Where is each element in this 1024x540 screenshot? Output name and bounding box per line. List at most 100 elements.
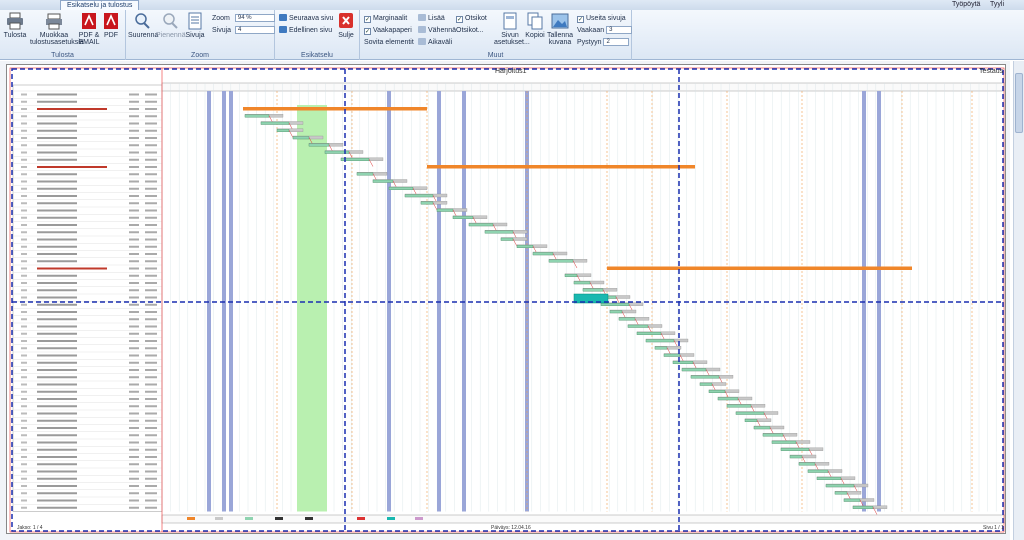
table-row-duration — [129, 361, 139, 364]
table-row-number — [21, 463, 27, 466]
horizontal-row: Vaakaan 3 — [577, 26, 633, 35]
table-row-date — [145, 419, 157, 422]
pdf-icon — [104, 13, 118, 29]
legend-swatch — [245, 517, 253, 520]
table-row-date — [145, 383, 157, 386]
edit-settings-icon — [46, 13, 62, 30]
table-row-date — [145, 463, 157, 466]
headers-check[interactable]: ✓ — [456, 16, 463, 23]
pages-count-input[interactable]: 4 — [235, 26, 276, 35]
table-row-date — [145, 485, 157, 487]
shrink-button[interactable]: Pienennä — [156, 12, 186, 39]
printer-icon — [7, 12, 23, 30]
margins-checkbox[interactable]: ✓ Marginaalit — [364, 14, 407, 23]
table-row-duration — [129, 390, 139, 393]
landscape-label: Vaakapaperi — [373, 27, 412, 34]
task-bar — [573, 281, 591, 285]
table-row-number — [21, 347, 27, 350]
table-row-duration — [129, 100, 139, 103]
table-row-date — [145, 427, 157, 429]
add-button[interactable]: Lisää — [418, 14, 445, 23]
table-row-date — [145, 100, 157, 103]
table-row-duration — [129, 303, 139, 306]
horizontal-input[interactable]: 3 — [606, 26, 633, 35]
table-row-name — [37, 412, 77, 415]
table-row-duration — [129, 137, 139, 139]
table-row-date — [145, 231, 157, 234]
table-row-number — [21, 144, 27, 147]
reduce-button[interactable]: Vähennä — [418, 26, 456, 35]
table-row-number — [21, 180, 27, 183]
next-page-button[interactable]: Seuraava sivu — [279, 14, 333, 23]
horizontal-label: Vaakaan — [577, 27, 605, 34]
landscape-check[interactable]: ✓ — [364, 28, 371, 35]
task-bar — [609, 310, 623, 314]
print-button[interactable]: Tulosta — [2, 12, 28, 39]
close-preview-button[interactable]: Sulje — [335, 12, 357, 39]
table-row-name — [37, 419, 77, 422]
task-bar — [825, 484, 855, 488]
scrollbar-thumb[interactable] — [1015, 73, 1023, 133]
table-row-number — [21, 260, 27, 263]
copy-button[interactable]: Kopioi — [524, 12, 546, 39]
tab-print-preview[interactable]: Esikatselu ja tulostus — [60, 0, 140, 10]
multiple-pages-check[interactable]: ✓ — [577, 16, 584, 23]
prev-page-button[interactable]: Edellinen sivu — [279, 26, 332, 35]
table-row-number — [21, 492, 27, 495]
fit-elements-button[interactable]: Sovita elementit — [364, 38, 414, 47]
pages-button[interactable]: Sivuja — [184, 12, 206, 39]
table-row-number — [21, 282, 27, 284]
table-row-date — [145, 470, 157, 473]
table-row-duration — [129, 238, 139, 241]
table-row-date — [145, 340, 157, 342]
zoom-in-icon — [135, 13, 150, 29]
table-row-date — [145, 390, 157, 393]
table-row-number — [21, 108, 27, 110]
pdf-email-icon — [82, 13, 96, 29]
zoom-select[interactable]: 94 % — [234, 14, 275, 23]
enlarge-button[interactable]: Suurenna — [128, 12, 158, 39]
desktop-menu[interactable]: Työpöytä — [952, 0, 980, 9]
page-settings-button[interactable]: Sivun asetukset... — [494, 12, 530, 46]
headers-checkbox[interactable]: ✓ Otsikot — [456, 14, 487, 23]
pdf-email-label: PDF & EMAIL — [78, 32, 100, 46]
task-bar — [681, 368, 707, 372]
table-row-number — [21, 231, 27, 234]
table-row-name — [37, 441, 77, 444]
table-row-name — [37, 427, 77, 429]
pdf-email-button[interactable]: PDF & EMAIL — [78, 12, 100, 46]
table-row-duration — [129, 282, 139, 284]
table-row-number — [21, 158, 27, 161]
task-bar — [260, 121, 290, 125]
table-row-number — [21, 332, 27, 335]
task-bar — [484, 230, 514, 234]
table-row-date — [145, 274, 157, 277]
pdf-button[interactable]: PDF — [101, 12, 121, 39]
table-row-duration — [129, 405, 139, 408]
table-row-name — [37, 448, 77, 451]
multiple-pages-label: Useita sivuja — [586, 15, 626, 22]
table-row-number — [21, 506, 27, 509]
save-image-button[interactable]: Tallenna kuvana — [546, 12, 574, 46]
multiple-pages-checkbox[interactable]: ✓ Useita sivuja — [577, 14, 626, 23]
table-row-duration — [129, 434, 139, 437]
vertical-scrollbar[interactable] — [1013, 61, 1024, 540]
style-menu[interactable]: Tyyli — [990, 0, 1004, 9]
margins-label: Marginaalit — [373, 15, 408, 22]
ribbon-tab-row: Esikatselu ja tulostus Työpöytä Tyyli — [0, 0, 1024, 10]
table-row-date — [145, 224, 157, 226]
pages-count-label: Sivuja — [212, 27, 232, 34]
edit-print-settings-button[interactable]: Muokkaa tulostusasetuksia — [30, 12, 84, 46]
task-bar — [404, 194, 434, 198]
headers-settings-button[interactable]: Otsikot... — [456, 26, 484, 35]
table-row-name — [37, 158, 77, 161]
landscape-checkbox[interactable]: ✓ Vaakapaperi — [364, 26, 412, 35]
table-row-name — [37, 122, 77, 125]
margins-check[interactable]: ✓ — [364, 16, 371, 23]
table-row-name — [37, 318, 77, 321]
table-row-name — [37, 180, 77, 183]
timeline-button[interactable]: Aikaväli — [418, 38, 452, 47]
vertical-input[interactable]: 2 — [603, 38, 630, 47]
table-row-name — [37, 282, 77, 284]
table-row-number — [21, 383, 27, 386]
